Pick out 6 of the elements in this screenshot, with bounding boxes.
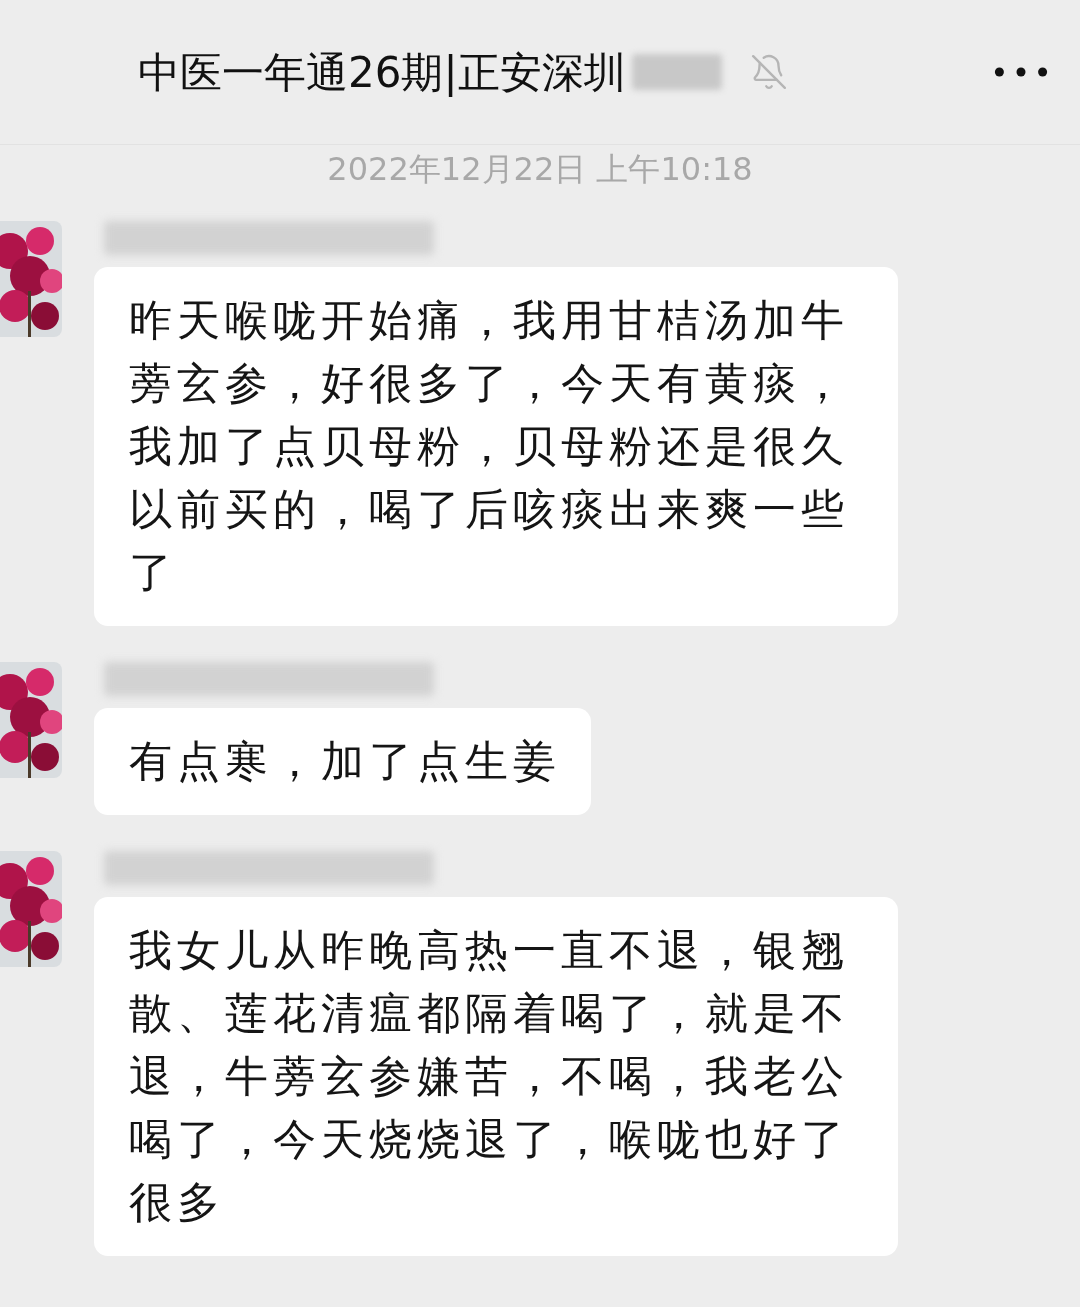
message-bubble: 有点寒，加了点生姜 [94,708,591,815]
message-bubble: 昨天喉咙开始痛，我用甘桔汤加牛蒡玄参，好很多了，今天有黄痰，我加了点贝母粉，贝母粉还是很久以前买的，喝了后咳痰出来爽一些了 [94,267,898,626]
more-icon[interactable] [994,66,1048,78]
message-bubble: 我女儿从昨晚高热一直不退，银翘散、莲花清瘟都隔着喝了，就是不退，牛蒡玄参嫌苦，不喝，我老公喝了，今天烧烧退了，喉咙也好了很多 [94,897,898,1256]
timestamp: 2022年12月22日 上午10:18 [327,149,753,189]
chat-title: 中医一年通26期|正安深圳 [138,46,626,99]
